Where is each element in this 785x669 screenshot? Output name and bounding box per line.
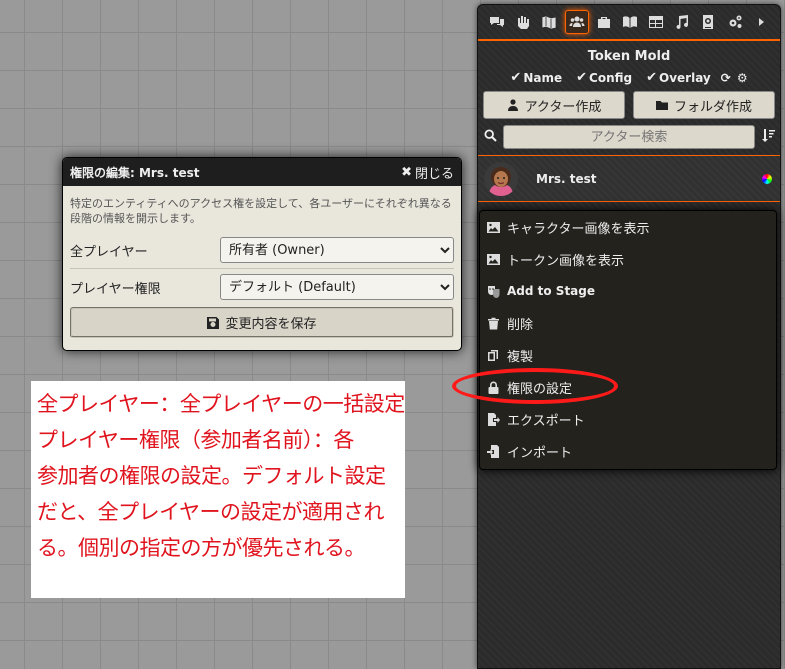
token-mold-name-toggle[interactable]: ✔ Name [510,70,562,85]
dialog-title: 権限の編集: Mrs. test [70,165,200,180]
close-icon: ✖ [401,164,412,180]
dialog-body: 特定のエンティティへのアクセス権を設定して、各ユーザーにそれぞれ異なる段階の情報… [63,186,461,338]
delete-item[interactable]: 削除 [480,307,776,339]
image-icon [487,253,500,265]
compendium-tab[interactable] [697,11,719,33]
annotation-line: だと、全プレイヤーの設定が適用され [37,500,385,524]
cogs-icon [729,15,742,28]
permission-dialog: 権限の編集: Mrs. test ✖ 閉じる 特定のエンティティへのアクセス権を… [62,157,462,351]
journal-tab[interactable] [619,11,641,33]
atlas-icon [703,15,714,29]
combat-tab[interactable] [512,11,534,33]
token-mold-overlay-toggle[interactable]: ✔ Overlay [646,70,711,85]
save-icon [207,316,220,329]
annotation-line: 参加者の権限の設定。デフォルト設定 [37,464,386,488]
user-icon [507,99,518,111]
scenes-tab[interactable] [538,11,560,33]
show-character-art-item[interactable]: キャラクター画像を表示 [480,211,776,243]
search-icon [484,128,497,146]
player-permission-select[interactable]: デフォルト (Default) [220,274,454,300]
token-mold-header: Token Mold ✔ Name ✔ Config ✔ Overlay ⟳ ⚙ [478,41,780,85]
chat-tab[interactable] [486,11,508,33]
collapse-tab[interactable] [750,11,772,33]
book-icon [622,16,637,28]
items-tab[interactable] [593,11,615,33]
all-players-select[interactable]: 所有者 (Owner) [220,237,454,263]
caret-right-icon [758,18,764,26]
theater-masks-icon [488,285,500,298]
close-button[interactable]: ✖ 閉じる [401,163,454,182]
directory-buttons: アクター作成 フォルダ作成 [478,85,780,119]
folder-icon [655,101,668,110]
file-export-icon [488,412,500,426]
player-color-indicator [762,174,772,184]
export-item[interactable]: エクスポート [480,403,776,435]
sync-icon[interactable]: ⟳ [721,71,731,85]
create-actor-button[interactable]: アクター作成 [483,91,625,119]
all-players-label: 全プレイヤー [70,244,148,260]
import-item[interactable]: インポート [480,435,776,467]
users-icon [569,16,585,27]
dialog-description: 特定のエンティティへのアクセス権を設定して、各ユーザーにそれぞれ異なる段階の情報… [70,197,452,225]
copy-icon [488,349,498,361]
chat-bubbles-icon [490,17,505,27]
duplicate-item[interactable]: 複製 [480,339,776,371]
token-mold-options: ✔ Name ✔ Config ✔ Overlay ⟳ ⚙ [478,70,780,85]
check-icon: ✔ [576,70,588,85]
search-row [478,119,780,149]
annotation-line: 全プレイヤー：全プレイヤーの一括設定 [37,392,405,416]
playlists-tab[interactable] [671,11,693,33]
actor-avatar [484,161,518,196]
annotation-line: る。個別の指定の方が優先される。 [37,536,366,560]
gear-icon[interactable]: ⚙ [737,71,748,85]
actor-search-input[interactable] [503,125,755,149]
suitcase-icon [597,17,610,28]
file-import-icon [487,444,499,458]
add-to-stage-item[interactable]: Add to Stage [480,275,776,307]
dialog-header[interactable]: 権限の編集: Mrs. test ✖ 閉じる [63,158,461,186]
show-token-art-item[interactable]: トークン画像を表示 [480,243,776,275]
annotation-note: 全プレイヤー：全プレイヤーの一括設定 プレイヤー権限（参加者名前）：各 参加者の… [31,381,405,598]
actors-tab[interactable] [564,10,589,34]
actor-context-menu: キャラクター画像を表示 トークン画像を表示 Add to Stage 削除 複製… [479,210,777,470]
actor-entry[interactable]: Mrs. test [478,155,780,202]
create-folder-button[interactable]: フォルダ作成 [633,91,775,119]
trash-icon [488,317,499,329]
annotation-line: プレイヤー権限（参加者名前）：各 [37,428,354,452]
actor-name: Mrs. test [536,171,597,186]
table-icon [649,16,664,28]
image-icon [487,221,500,233]
music-icon [676,15,689,29]
all-players-row: 全プレイヤー 所有者 (Owner) [70,232,454,268]
token-mold-config-toggle[interactable]: ✔ Config [576,70,632,85]
tables-tab[interactable] [645,11,667,33]
save-changes-button[interactable]: 変更内容を保存 [70,307,454,338]
player-permission-row: プレイヤー権限 デフォルト (Default) [70,268,454,305]
map-icon [542,15,557,30]
player-permission-label: プレイヤー権限 [70,281,161,297]
sort-icon[interactable] [761,128,775,146]
check-icon: ✔ [646,70,657,85]
sidebar-tabs [478,5,780,41]
token-mold-title: Token Mold [587,49,671,64]
highlight-circle-annotation [452,368,618,404]
fist-icon [518,16,530,29]
check-icon: ✔ [510,70,522,85]
settings-tab[interactable] [724,11,746,33]
